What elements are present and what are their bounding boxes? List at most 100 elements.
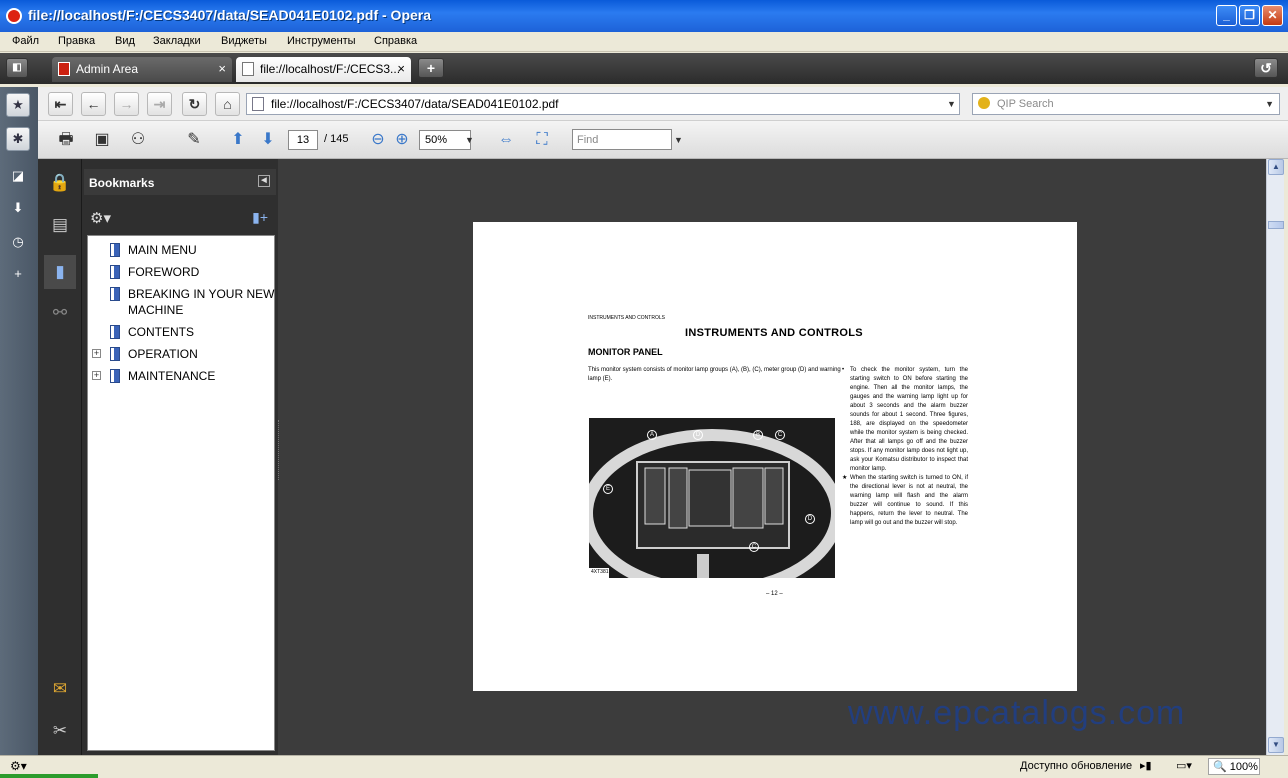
navigation-pane: 🔒 ▤ ▮ ⚯ ✉ ✂: [38, 159, 82, 755]
view-toggle-icon[interactable]: ▸▮: [1140, 759, 1152, 772]
tab-close-icon[interactable]: ×: [397, 61, 405, 76]
new-bookmark-icon[interactable]: ▮+: [252, 209, 268, 226]
watermark: www.epcatalogs.com: [848, 694, 1186, 732]
bookmark-breaking-in[interactable]: BREAKING IN YOUR NEW MACHINE: [110, 286, 274, 320]
address-field[interactable]: file://localhost/F:/CECS3407/data/SEAD04…: [246, 93, 960, 115]
page-title: INSTRUMENTS AND CONTROLS: [685, 327, 863, 339]
opera-side-panel: ★ ✱ ◪ ⬇ ◷ +: [0, 87, 38, 755]
bookmark-label: FOREWORD: [128, 265, 200, 279]
back-button[interactable]: ←: [81, 92, 106, 116]
zoom-in-icon[interactable]: ⊕: [390, 128, 414, 152]
menu-bookmarks[interactable]: Закладки: [153, 35, 201, 47]
new-tab-button[interactable]: +: [418, 58, 444, 78]
panel-toggle-icon[interactable]: ◧: [6, 58, 28, 78]
bookmarks-icon[interactable]: ▮: [44, 255, 76, 289]
save-icon[interactable]: ▣: [90, 128, 114, 152]
photo-label: A: [647, 430, 657, 440]
collapse-panel-icon[interactable]: ◀: [258, 175, 270, 187]
add-panel-icon[interactable]: +: [6, 263, 30, 287]
bookmarks-tools: ⚙▾ ▮+: [84, 205, 276, 231]
comments-icon[interactable]: ✉: [48, 677, 72, 701]
share-icon[interactable]: ⚇: [126, 128, 150, 152]
fast-forward-button[interactable]: ⇥: [147, 92, 172, 116]
scroll-up-icon[interactable]: ▲: [1268, 159, 1284, 175]
monitor-panel-photo: A D B C E D C 4XT381: [589, 418, 835, 578]
close-button[interactable]: ✕: [1262, 5, 1283, 26]
forward-button[interactable]: →: [114, 92, 139, 116]
status-zoom[interactable]: 🔍 100%: [1208, 758, 1260, 775]
photo-label: B: [753, 430, 763, 440]
search-dropdown-icon[interactable]: ▼: [1265, 99, 1274, 109]
tab-close-icon[interactable]: ×: [218, 61, 226, 76]
menu-help[interactable]: Справка: [374, 35, 417, 47]
bullet-text: To check the monitor system, turn the st…: [850, 367, 968, 472]
address-dropdown-icon[interactable]: ▼: [947, 99, 956, 109]
options-gear-icon[interactable]: ⚙▾: [90, 209, 111, 227]
rewind-button[interactable]: ⇤: [48, 92, 73, 116]
scroll-down-icon[interactable]: ▼: [1268, 737, 1284, 753]
right-column: • To check the monitor system, turn the …: [842, 366, 968, 528]
fit-width-icon[interactable]: ⇔: [494, 128, 518, 152]
photo-label: C: [775, 430, 785, 440]
downloads-icon[interactable]: ⬇: [6, 197, 30, 221]
menu-edit[interactable]: Правка: [58, 35, 95, 47]
bullet-text: When the starting switch is turned to ON…: [850, 475, 968, 526]
expand-maintenance-icon[interactable]: +: [92, 371, 101, 380]
home-button[interactable]: ⌂: [215, 92, 240, 116]
menu-view[interactable]: Вид: [115, 35, 135, 47]
tab-admin-area[interactable]: Admin Area ×: [52, 57, 232, 82]
widgets-gear-icon[interactable]: ✱: [6, 127, 30, 151]
pdf-toolbar: 🖶 ▣ ⚇ ✎ ⬆ ⬇ 13 / 145 ⊖ ⊕ 50% ▼ ⇔ ⛶ Find …: [38, 121, 1288, 159]
bookmark-icon: [110, 287, 120, 301]
maximize-button[interactable]: ❐: [1239, 5, 1260, 26]
pane-splitter[interactable]: [278, 420, 282, 480]
page-footer-number: – 12 –: [766, 591, 783, 597]
photo-label: D: [805, 514, 815, 524]
bookmark-icon: [110, 347, 120, 361]
print-icon[interactable]: 🖶: [54, 128, 78, 152]
speed-dial-icon[interactable]: ⚙▾: [10, 759, 27, 773]
menu-file[interactable]: Файл: [12, 35, 39, 47]
fit-page-icon[interactable]: ⛶: [530, 128, 554, 152]
bookmarks-star-icon[interactable]: ★: [6, 93, 30, 117]
notes-icon[interactable]: ◪: [6, 165, 30, 189]
bookmark-icon: [110, 369, 120, 383]
comment-icon[interactable]: ✎: [182, 128, 206, 152]
menu-tools[interactable]: Инструменты: [287, 35, 356, 47]
previous-page-icon[interactable]: ⬆: [226, 128, 250, 152]
history-clock-icon[interactable]: ◷: [6, 231, 30, 255]
search-binoculars-icon[interactable]: ⚯: [48, 301, 72, 325]
find-input[interactable]: Find: [572, 129, 672, 150]
find-dropdown-icon[interactable]: ▼: [674, 135, 683, 145]
tab-pdf[interactable]: file://localhost/F:/CECS3... ×: [236, 57, 411, 82]
bookmarks-header: Bookmarks ◀: [84, 169, 276, 195]
page-number-input[interactable]: 13: [288, 130, 318, 150]
menu-widgets[interactable]: Виджеты: [221, 35, 267, 47]
search-placeholder: QIP Search: [997, 98, 1054, 110]
zoom-out-icon[interactable]: ⊖: [366, 128, 390, 152]
pages-icon[interactable]: ▤: [48, 213, 72, 237]
screen-options-icon[interactable]: ▭▾: [1176, 759, 1192, 772]
bookmark-label: OPERATION: [128, 347, 198, 361]
vertical-scrollbar[interactable]: ▲ ▼: [1266, 159, 1284, 755]
attachments-icon[interactable]: ✂: [48, 719, 72, 743]
scroll-thumb[interactable]: [1268, 221, 1284, 229]
total-pages: / 145: [324, 133, 349, 145]
next-page-icon[interactable]: ⬇: [256, 128, 280, 152]
reload-button[interactable]: ↻: [182, 92, 207, 116]
bullet-item: • To check the monitor system, turn the …: [842, 366, 968, 474]
expand-operation-icon[interactable]: +: [92, 349, 101, 358]
bookmarks-panel: Bookmarks ◀ ⚙▾ ▮+ MAIN MENU FOREWORD BRE…: [82, 159, 278, 755]
window-title: file://localhost/F:/CECS3407/data/SEAD04…: [28, 7, 432, 23]
trash-icon[interactable]: ↺: [1254, 58, 1278, 78]
pdf-page: INSTRUMENTS AND CONTROLS INSTRUMENTS AND…: [473, 222, 1077, 691]
search-field[interactable]: QIP Search ▼: [972, 93, 1280, 115]
intro-paragraph: This monitor system consists of monitor …: [588, 367, 841, 382]
minimize-button[interactable]: _: [1216, 5, 1237, 26]
zoom-dropdown-icon[interactable]: ▼: [465, 135, 474, 145]
update-available[interactable]: Доступно обновление: [1020, 760, 1132, 772]
bookmark-label: BREAKING IN YOUR NEW MACHINE: [128, 287, 275, 317]
lock-icon[interactable]: 🔒: [48, 171, 72, 195]
zoom-select[interactable]: 50%: [419, 130, 471, 150]
photo-code: 4XT381: [591, 569, 609, 575]
